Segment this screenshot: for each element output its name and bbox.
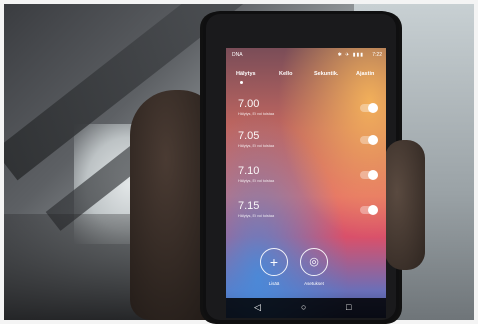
alarm-description: Hälytys, Ei voi toistaa xyxy=(238,179,275,183)
tab-bar: Hälytys Kello Sekuntik. Ajastin xyxy=(226,68,386,84)
tab-timer[interactable]: Ajastin xyxy=(356,71,374,77)
add-alarm-button[interactable]: + xyxy=(260,248,288,276)
home-icon[interactable]: ○ xyxy=(301,302,306,312)
tab-active-indicator xyxy=(240,81,243,84)
alarm-toggle[interactable] xyxy=(360,205,378,215)
add-alarm-label: Lisää xyxy=(268,281,280,286)
alarm-toggle[interactable] xyxy=(360,103,378,113)
alarm-toggle[interactable] xyxy=(360,170,378,180)
phone-screen: DNA ✱ ✈ ▮▮▮ 7:22 Hälytys Kello Sekuntik.… xyxy=(226,48,386,318)
hand-right-fingers xyxy=(385,140,425,270)
alarm-toggle[interactable] xyxy=(360,135,378,145)
carrier-label: DNA xyxy=(232,52,243,58)
alarm-description: Hälytys, Ei voi toistaa xyxy=(238,144,275,148)
status-time: 7:22 xyxy=(372,52,382,58)
alarm-item[interactable]: 7.00 Hälytys, Ei voi toistaa xyxy=(238,98,378,128)
toggle-knob xyxy=(368,170,378,180)
plus-icon: + xyxy=(269,254,279,270)
settings-button[interactable]: ◎ xyxy=(300,248,328,276)
toggle-knob xyxy=(368,205,378,215)
settings-icon: ◎ xyxy=(309,256,319,268)
back-icon[interactable]: ◁ xyxy=(254,302,261,313)
alarm-time: 7.05 xyxy=(238,130,260,142)
status-icons: ✱ ✈ ▮▮▮ xyxy=(337,52,364,58)
settings-label: Asetukset xyxy=(304,281,324,286)
alarm-item[interactable]: 7.15 Hälytys, Ei voi toistaa xyxy=(238,200,378,230)
tab-clock[interactable]: Kello xyxy=(279,71,292,77)
alarm-item[interactable]: 7.05 Hälytys, Ei voi toistaa xyxy=(238,130,378,160)
alarm-item[interactable]: 7.10 Hälytys, Ei voi toistaa xyxy=(238,165,378,195)
alarm-time: 7.00 xyxy=(238,98,260,110)
tab-stopwatch[interactable]: Sekuntik. xyxy=(314,71,338,77)
tab-alarm[interactable]: Hälytys xyxy=(236,71,256,77)
alarm-description: Hälytys, Ei voi toistaa xyxy=(238,214,275,218)
toggle-knob xyxy=(368,103,378,113)
navigation-bar: ◁ ○ □ xyxy=(226,298,386,318)
alarm-description: Hälytys, Ei voi toistaa xyxy=(238,112,275,116)
status-bar: DNA ✱ ✈ ▮▮▮ 7:22 xyxy=(226,50,386,60)
recents-icon[interactable]: □ xyxy=(346,302,351,312)
alarm-time: 7.15 xyxy=(238,200,260,212)
toggle-knob xyxy=(368,135,378,145)
alarm-time: 7.10 xyxy=(238,165,260,177)
